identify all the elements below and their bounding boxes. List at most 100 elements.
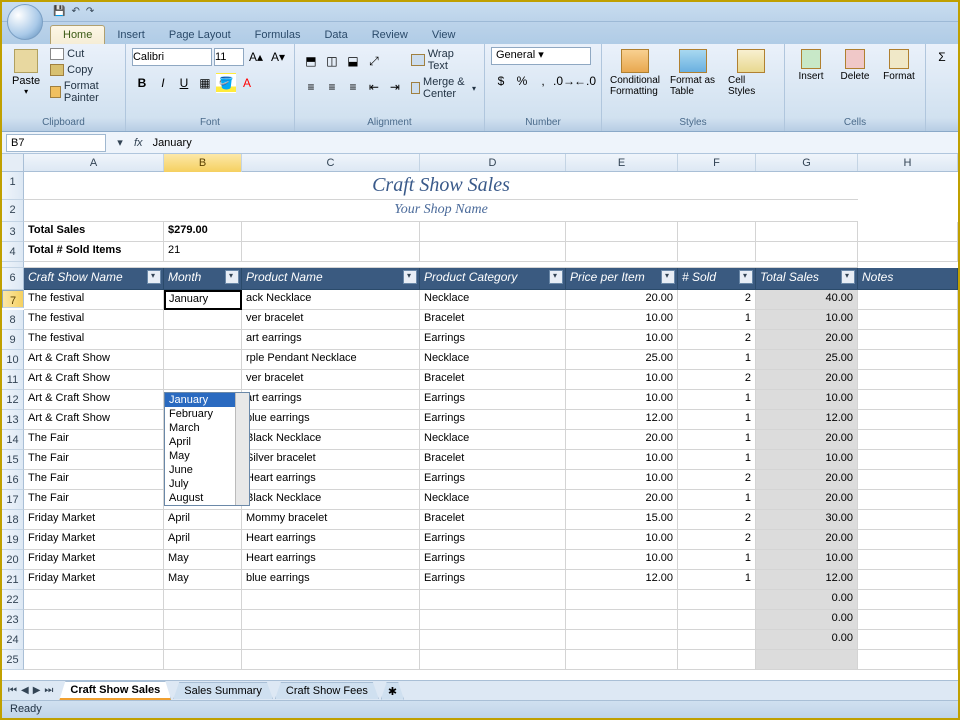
cell[interactable]: Bracelet	[420, 450, 566, 470]
cell[interactable]: January	[164, 290, 242, 310]
cell[interactable]	[164, 590, 242, 610]
cell[interactable]: 21	[164, 242, 242, 262]
cell[interactable]: 25.00	[756, 350, 858, 370]
format-as-table-button[interactable]: Format as Table	[666, 47, 720, 99]
cell[interactable]: 0.00	[756, 610, 858, 630]
table-header[interactable]: Total Sales	[756, 268, 858, 290]
col-header-d[interactable]: D	[420, 154, 566, 171]
cell[interactable]: 10.00	[566, 450, 678, 470]
percent-button[interactable]: %	[512, 71, 532, 91]
cell[interactable]	[678, 242, 756, 262]
cell[interactable]	[858, 370, 958, 390]
cell[interactable]: 12.00	[756, 570, 858, 590]
number-format-select[interactable]: General ▾	[491, 47, 591, 65]
underline-button[interactable]: U	[174, 73, 194, 93]
filter-button[interactable]	[147, 270, 161, 284]
sheet-tab[interactable]: Sales Summary	[173, 682, 273, 699]
cell[interactable]: Heart earrings	[242, 470, 420, 490]
cell[interactable]: 1	[678, 430, 756, 450]
cell[interactable]: 30.00	[756, 510, 858, 530]
orientation-button[interactable]: ⤢	[364, 51, 384, 71]
cell[interactable]: 2	[678, 510, 756, 530]
cell[interactable]	[858, 630, 958, 650]
cell[interactable]: April	[164, 530, 242, 550]
fx-icon[interactable]: fx	[130, 137, 147, 149]
cell[interactable]	[858, 410, 958, 430]
cell[interactable]: 1	[678, 310, 756, 330]
row-header[interactable]: 8	[2, 310, 24, 330]
increase-decimal-button[interactable]: .0→	[554, 71, 574, 91]
row-header[interactable]: 2	[2, 200, 24, 222]
cell[interactable]: ver bracelet	[242, 310, 420, 330]
cell[interactable]: The Fair	[24, 490, 164, 510]
align-right-button[interactable]: ≡	[343, 77, 363, 97]
row-header[interactable]: 6	[2, 268, 24, 290]
format-cells-button[interactable]: Format	[879, 47, 919, 84]
bold-button[interactable]: B	[132, 73, 152, 93]
cell[interactable]	[858, 650, 958, 670]
tab-view[interactable]: View	[420, 26, 468, 44]
row-header[interactable]: 4	[2, 242, 24, 262]
cell[interactable]	[858, 390, 958, 410]
cell[interactable]	[566, 242, 678, 262]
cell[interactable]	[858, 550, 958, 570]
tab-page-layout[interactable]: Page Layout	[157, 26, 243, 44]
cell[interactable]: Necklace	[420, 290, 566, 310]
shrink-font-button[interactable]: A▾	[268, 47, 288, 67]
filter-button[interactable]	[403, 270, 417, 284]
row-header[interactable]: 10	[2, 350, 24, 370]
cell[interactable]: The festival	[24, 310, 164, 330]
cell[interactable]	[858, 290, 958, 310]
cell[interactable]: 2	[678, 330, 756, 350]
cell[interactable]: art earrings	[242, 330, 420, 350]
col-header-a[interactable]: A	[24, 154, 164, 171]
sheet-nav-prev-icon[interactable]: ◀	[19, 685, 31, 696]
cell[interactable]: April	[164, 510, 242, 530]
sheet-tab[interactable]: Craft Show Fees	[275, 682, 379, 699]
new-sheet-button[interactable]: ✱	[381, 682, 404, 700]
cell[interactable]	[164, 650, 242, 670]
cell[interactable]	[756, 242, 858, 262]
cell[interactable]: Friday Market	[24, 530, 164, 550]
sheet-nav-first-icon[interactable]: ⏮	[6, 685, 19, 696]
cell[interactable]: 40.00	[756, 290, 858, 310]
cell[interactable]	[858, 510, 958, 530]
sheet-subtitle[interactable]: Your Shop Name	[24, 200, 858, 222]
cell[interactable]	[756, 650, 858, 670]
cell[interactable]	[164, 630, 242, 650]
cell[interactable]: 12.00	[566, 410, 678, 430]
cell[interactable]: Earrings	[420, 410, 566, 430]
col-header-h[interactable]: H	[858, 154, 958, 171]
qat-undo-icon[interactable]: ↶	[71, 6, 79, 17]
row-header[interactable]: 3	[2, 222, 24, 242]
paste-button[interactable]: Paste▾	[8, 47, 44, 98]
cell[interactable]	[242, 610, 420, 630]
insert-cells-button[interactable]: Insert	[791, 47, 831, 84]
cell[interactable]: 12.00	[566, 570, 678, 590]
cell[interactable]	[420, 610, 566, 630]
increase-indent-button[interactable]: ⇥	[385, 77, 405, 97]
tab-data[interactable]: Data	[312, 26, 359, 44]
cell[interactable]: Bracelet	[420, 370, 566, 390]
cell[interactable]: 1	[678, 390, 756, 410]
cell[interactable]: Art & Craft Show	[24, 350, 164, 370]
cell[interactable]: 20.00	[566, 490, 678, 510]
qat-redo-icon[interactable]: ↷	[86, 6, 94, 17]
tab-insert[interactable]: Insert	[105, 26, 157, 44]
cell[interactable]: Earrings	[420, 470, 566, 490]
cell[interactable]	[756, 222, 858, 242]
cell[interactable]: 20.00	[756, 470, 858, 490]
cell[interactable]	[678, 222, 756, 242]
cell[interactable]	[678, 650, 756, 670]
filter-button[interactable]	[225, 270, 239, 284]
cell[interactable]	[420, 242, 566, 262]
table-header[interactable]: # Sold	[678, 268, 756, 290]
cell[interactable]: The festival	[24, 290, 164, 310]
cell[interactable]	[420, 650, 566, 670]
cell[interactable]: The Fair	[24, 450, 164, 470]
cell[interactable]	[566, 650, 678, 670]
filter-button[interactable]	[739, 270, 753, 284]
cell[interactable]: 25.00	[566, 350, 678, 370]
cell[interactable]: 1	[678, 350, 756, 370]
cell[interactable]: Silver bracelet	[242, 450, 420, 470]
